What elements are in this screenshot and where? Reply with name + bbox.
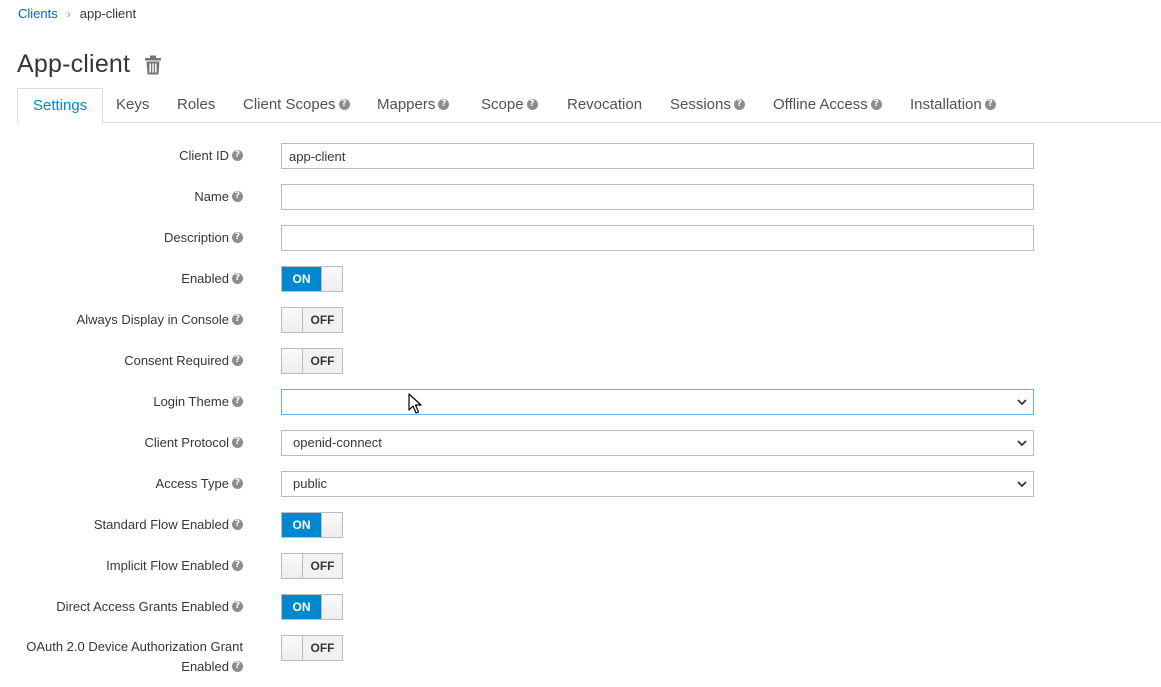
breadcrumb-current: app-client bbox=[79, 6, 137, 21]
login-theme-label: Login Theme? bbox=[153, 394, 243, 409]
tab-offline-access[interactable]: Offline Access? bbox=[773, 88, 882, 123]
client-id-label: Client ID? bbox=[179, 148, 243, 163]
chevron-down-icon bbox=[1017, 399, 1027, 406]
device-grant-toggle[interactable]: OFF bbox=[281, 635, 343, 661]
tab-label: Mappers bbox=[377, 96, 436, 113]
help-icon[interactable]: ? bbox=[232, 478, 243, 490]
tab-revocation[interactable]: Revocation bbox=[567, 88, 642, 123]
enabled-label: Enabled? bbox=[181, 271, 243, 286]
always-display-label: Always Display in Console? bbox=[77, 312, 243, 327]
help-icon[interactable]: ? bbox=[232, 437, 243, 449]
implicit-flow-toggle[interactable]: OFF bbox=[281, 553, 343, 579]
tab-client-scopes[interactable]: Client Scopes? bbox=[243, 88, 350, 123]
toggle-knob bbox=[282, 308, 303, 332]
help-icon[interactable]: ? bbox=[338, 98, 350, 110]
select-value: public bbox=[293, 476, 327, 491]
tab-sessions[interactable]: Sessions? bbox=[670, 88, 745, 123]
tab-keys[interactable]: Keys bbox=[116, 88, 149, 123]
always-display-toggle[interactable]: OFF bbox=[281, 307, 343, 333]
tab-label: Keys bbox=[116, 96, 150, 113]
toggle-knob bbox=[321, 513, 342, 537]
help-icon[interactable]: ? bbox=[232, 355, 243, 367]
standard-flow-toggle[interactable]: ON bbox=[281, 512, 343, 538]
implicit-flow-label: Implicit Flow Enabled? bbox=[106, 558, 243, 573]
tab-label: Settings bbox=[33, 97, 88, 114]
tab-label: Offline Access bbox=[773, 96, 868, 113]
enabled-toggle[interactable]: ON bbox=[281, 266, 343, 292]
help-icon[interactable]: ? bbox=[232, 519, 243, 531]
help-icon[interactable]: ? bbox=[438, 98, 450, 110]
toggle-state: OFF bbox=[303, 308, 342, 332]
toggle-state: ON bbox=[282, 513, 321, 537]
client-id-input[interactable] bbox=[281, 143, 1034, 169]
name-input[interactable] bbox=[281, 184, 1034, 210]
direct-access-label: Direct Access Grants Enabled? bbox=[56, 599, 243, 614]
page-title: App-client bbox=[17, 50, 131, 78]
tab-settings[interactable]: Settings bbox=[17, 88, 104, 124]
breadcrumb-clients-link[interactable]: Clients bbox=[18, 6, 58, 21]
access-type-label: Access Type? bbox=[156, 476, 243, 491]
tab-installation[interactable]: Installation? bbox=[910, 88, 996, 123]
toggle-state: OFF bbox=[303, 349, 342, 373]
direct-access-toggle[interactable]: ON bbox=[281, 594, 343, 620]
tab-scope[interactable]: Scope? bbox=[481, 88, 538, 123]
tab-roles[interactable]: Roles bbox=[177, 88, 215, 123]
select-value: openid-connect bbox=[293, 435, 382, 450]
trash-icon[interactable] bbox=[144, 55, 162, 75]
tab-label: Scope bbox=[481, 96, 524, 113]
help-icon[interactable]: ? bbox=[984, 98, 996, 110]
toggle-state: ON bbox=[282, 595, 321, 619]
standard-flow-label: Standard Flow Enabled? bbox=[94, 517, 243, 532]
toggle-knob bbox=[282, 554, 303, 578]
client-settings-page: Clients › app-client App-client Settings… bbox=[0, 0, 1161, 687]
consent-required-label: Consent Required? bbox=[124, 353, 243, 368]
toggle-state: OFF bbox=[303, 636, 342, 660]
help-icon[interactable]: ? bbox=[232, 273, 243, 285]
description-input[interactable] bbox=[281, 225, 1034, 251]
client-protocol-select[interactable]: openid-connect bbox=[281, 430, 1034, 456]
help-icon[interactable]: ? bbox=[232, 191, 243, 203]
device-grant-label: OAuth 2.0 Device Authorization Grant Enab… bbox=[26, 639, 243, 674]
name-label: Name? bbox=[194, 189, 243, 204]
tab-label: Sessions bbox=[670, 96, 731, 113]
help-icon[interactable]: ? bbox=[232, 601, 243, 613]
consent-required-toggle[interactable]: OFF bbox=[281, 348, 343, 374]
tab-mappers[interactable]: Mappers? bbox=[377, 88, 450, 123]
breadcrumb: Clients › app-client bbox=[18, 6, 136, 21]
help-icon[interactable]: ? bbox=[232, 232, 243, 244]
toggle-knob bbox=[282, 349, 303, 373]
login-theme-select[interactable] bbox=[281, 389, 1034, 415]
help-icon[interactable]: ? bbox=[733, 98, 745, 110]
toggle-knob bbox=[321, 267, 342, 291]
tab-label: Installation bbox=[910, 96, 982, 113]
tab-bar: Settings Keys Roles Client Scopes? Mappe… bbox=[17, 88, 1161, 124]
tab-label: Client Scopes bbox=[243, 96, 336, 113]
help-icon[interactable]: ? bbox=[526, 98, 538, 110]
help-icon[interactable]: ? bbox=[232, 396, 243, 408]
tab-label: Roles bbox=[177, 96, 216, 113]
client-protocol-label: Client Protocol? bbox=[144, 435, 243, 450]
breadcrumb-separator-icon: › bbox=[66, 6, 71, 21]
tab-label: Revocation bbox=[567, 96, 643, 113]
toggle-state: OFF bbox=[303, 554, 342, 578]
toggle-state: ON bbox=[282, 267, 321, 291]
access-type-select[interactable]: public bbox=[281, 471, 1034, 497]
toggle-knob bbox=[282, 636, 303, 660]
help-icon[interactable]: ? bbox=[870, 98, 882, 110]
mouse-cursor-icon bbox=[408, 393, 422, 414]
title-row: App-client bbox=[17, 50, 162, 79]
help-icon[interactable]: ? bbox=[232, 661, 243, 673]
help-icon[interactable]: ? bbox=[232, 314, 243, 326]
help-icon[interactable]: ? bbox=[232, 150, 243, 162]
description-label: Description? bbox=[164, 230, 243, 245]
help-icon[interactable]: ? bbox=[232, 560, 243, 572]
chevron-down-icon bbox=[1017, 481, 1027, 488]
toggle-knob bbox=[321, 595, 342, 619]
chevron-down-icon bbox=[1017, 440, 1027, 447]
